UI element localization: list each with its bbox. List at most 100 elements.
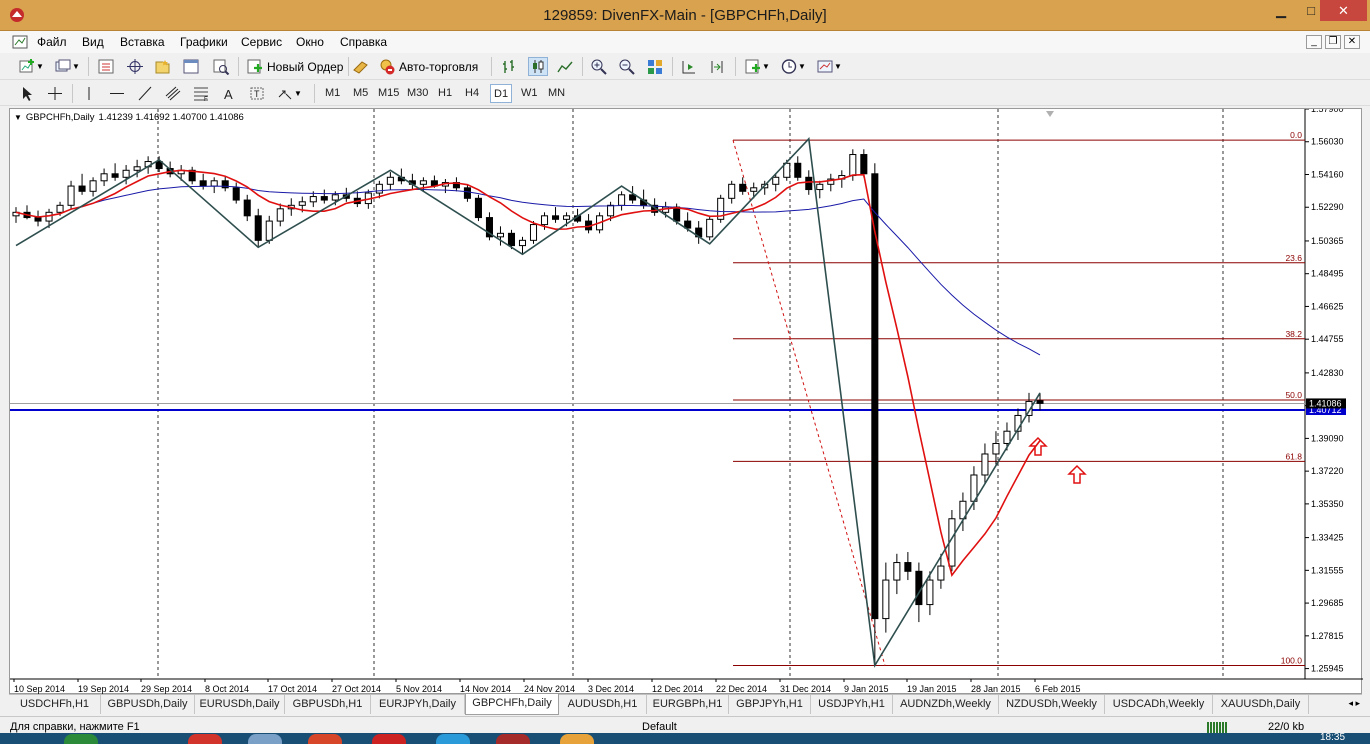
chart-tab[interactable]: XAUUSDh,Daily: [1213, 695, 1309, 714]
timeframe-mn[interactable]: MN: [545, 84, 568, 103]
timeframe-h4[interactable]: H4: [462, 84, 482, 103]
chart-tab[interactable]: USDCADh,Weekly: [1105, 695, 1213, 714]
chart-shift-button[interactable]: [680, 57, 698, 76]
taskbar-browser-icon[interactable]: [188, 734, 222, 744]
horizontal-line-button[interactable]: [108, 84, 126, 103]
timeframe-w1[interactable]: W1: [518, 84, 541, 103]
new-order-label: Новый Ордер: [267, 59, 344, 74]
taskbar-app-icon[interactable]: [64, 734, 98, 744]
market-watch-button[interactable]: [97, 57, 115, 76]
bearish-candle: [34, 217, 42, 222]
chart-tab[interactable]: GBPJPYh,H1: [729, 695, 811, 714]
chart-tab[interactable]: EURJPYh,Daily: [371, 695, 465, 714]
fibonacci-button[interactable]: F: [192, 84, 210, 103]
candlestick-button[interactable]: [528, 57, 548, 76]
menu-insert[interactable]: Вставка: [120, 35, 165, 49]
chart-tab[interactable]: EURUSDh,Daily: [195, 695, 285, 714]
trendline-button[interactable]: [136, 84, 154, 103]
crosshair-button[interactable]: [46, 84, 64, 103]
timeframe-m30[interactable]: M30: [404, 84, 431, 103]
chart-window-icon[interactable]: [12, 34, 28, 50]
bearish-candle: [111, 173, 119, 178]
zoom-in-button[interactable]: [590, 57, 608, 76]
autotrading-button[interactable]: Авто-торговля: [378, 57, 478, 76]
minimize-button[interactable]: ▁: [1266, 0, 1296, 22]
price-chart[interactable]: 1.57900 1.56030 1.54160 1.52290 1.50365 1.484…: [10, 109, 1363, 695]
chart-tab[interactable]: EURGBPh,H1: [647, 695, 729, 714]
templates-button[interactable]: ▼: [816, 57, 842, 76]
taskbar-app-icon[interactable]: [308, 734, 342, 744]
new-chart-button[interactable]: ▼: [18, 57, 44, 76]
line-chart-icon: [557, 61, 573, 73]
timeframe-m5[interactable]: M5: [350, 84, 371, 103]
profiles-button[interactable]: ▼: [54, 57, 80, 76]
autoscroll-button[interactable]: [708, 57, 726, 76]
new-order-button[interactable]: Новый Ордер: [246, 57, 343, 76]
chart-tab[interactable]: GBPUSDh,Daily: [101, 695, 195, 714]
line-chart-button[interactable]: [556, 57, 574, 76]
chart-menu-arrow-icon[interactable]: ▼: [14, 113, 22, 122]
tabs-scroll-arrow-icon[interactable]: ◂ ▸: [1348, 698, 1360, 709]
menu-file[interactable]: Файл: [37, 35, 67, 49]
zoom-out-button[interactable]: [618, 57, 636, 76]
mdi-restore-button[interactable]: ❐: [1325, 35, 1341, 49]
timeframe-h1[interactable]: H1: [435, 84, 455, 103]
time-axis-label: 19 Jan 2015: [907, 684, 957, 694]
chart-tab[interactable]: GBPCHFh,Daily: [465, 694, 559, 715]
tile-windows-icon: [648, 60, 662, 74]
time-axis-label: 14 Nov 2014: [460, 684, 511, 694]
bar-chart-button[interactable]: [500, 57, 518, 76]
equidistant-channel-button[interactable]: [164, 84, 182, 103]
bullish-candle: [309, 196, 317, 203]
mdi-minimize-button[interactable]: _: [1306, 35, 1322, 49]
taskbar-terminal-icon[interactable]: [496, 734, 530, 744]
text-label-button[interactable]: T: [248, 84, 266, 103]
chart-tab[interactable]: USDCHFh,H1: [9, 695, 101, 714]
mdi-close-button[interactable]: ✕: [1344, 35, 1360, 49]
timeframe-m1[interactable]: M1: [322, 84, 343, 103]
taskbar-app-icon[interactable]: [248, 734, 282, 744]
tile-windows-button[interactable]: [646, 57, 664, 76]
text-label-icon: T: [250, 87, 264, 100]
candlestick-icon: [533, 60, 544, 73]
cursor-button[interactable]: [18, 84, 36, 103]
chart-window[interactable]: 1.57900 1.56030 1.54160 1.52290 1.50365 1.484…: [9, 108, 1363, 695]
indicators-button[interactable]: ▼: [744, 57, 770, 76]
os-taskbar: 18:35: [0, 733, 1370, 744]
market-watch-icon: [98, 59, 114, 74]
bearish-candle: [474, 197, 482, 219]
text-button[interactable]: A: [220, 84, 238, 103]
chart-tab[interactable]: AUDNZDh,Weekly: [893, 695, 999, 714]
menu-window[interactable]: Окно: [296, 35, 324, 49]
chart-tab[interactable]: USDJPYh,H1: [811, 695, 893, 714]
bullish-candle: [496, 232, 505, 238]
menu-help[interactable]: Справка: [340, 35, 387, 49]
menu-tools[interactable]: Сервис: [241, 35, 282, 49]
taskbar-skype-icon[interactable]: [436, 734, 470, 744]
navigator-button[interactable]: [153, 57, 171, 76]
profiles-icon: [55, 59, 71, 72]
bearish-candle: [78, 185, 86, 192]
periods-button[interactable]: ▼: [780, 57, 806, 76]
timeframe-m15[interactable]: M15: [375, 84, 402, 103]
data-window-button[interactable]: [126, 57, 144, 76]
price-axis-label: 1.44755: [1311, 334, 1344, 344]
close-button[interactable]: ✕: [1320, 0, 1367, 21]
taskbar-app-icon[interactable]: [560, 734, 594, 744]
chart-tab[interactable]: NZDUSDh,Weekly: [999, 695, 1105, 714]
terminal-button[interactable]: [182, 57, 200, 76]
arrows-button[interactable]: ▼: [276, 84, 302, 103]
timeframe-d1[interactable]: D1: [490, 84, 513, 103]
strategy-tester-button[interactable]: [212, 57, 230, 76]
vertical-line-button[interactable]: [80, 84, 98, 103]
menu-view[interactable]: Вид: [82, 35, 104, 49]
chart-tab[interactable]: GBPUSDh,H1: [285, 695, 371, 714]
price-axis-label: 1.29685: [1311, 598, 1344, 608]
time-axis-label: 9 Jan 2015: [844, 684, 889, 694]
time-axis-label: 12 Dec 2014: [652, 684, 703, 694]
metaeditor-button[interactable]: [352, 57, 370, 76]
taskbar-app-icon[interactable]: [372, 734, 406, 744]
bullish-candle: [750, 187, 758, 192]
chart-tab[interactable]: AUDUSDh,H1: [559, 695, 647, 714]
menu-charts[interactable]: Графики: [180, 35, 228, 49]
